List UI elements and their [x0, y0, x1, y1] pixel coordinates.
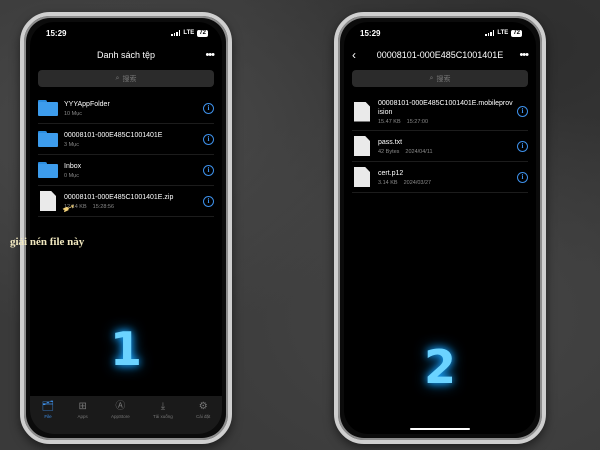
more-options-icon[interactable]: ••• [194, 49, 215, 61]
info-icon[interactable]: i [517, 140, 528, 152]
info-icon[interactable]: i [517, 106, 528, 117]
file-icon [354, 167, 370, 187]
search-placeholder: 搜索 [436, 75, 451, 83]
settings-gear-icon: ⚙ [198, 401, 208, 412]
info-icon[interactable]: i [203, 195, 214, 207]
tab-label: AppStore [111, 414, 130, 419]
tab-file[interactable]: 🗂 File [42, 401, 55, 434]
item-name: cert.p12 [378, 169, 404, 177]
search-icon: ⌕ [429, 74, 434, 82]
back-icon[interactable]: ‹ [352, 48, 372, 62]
status-indicators: LTE 72 [171, 29, 208, 37]
step-number: 2 [423, 340, 456, 394]
file-icon [354, 101, 370, 122]
item-name: 00008101-000E485C1001401E.zip [64, 193, 174, 201]
item-name: YYYAppFolder [64, 100, 110, 108]
nav-bar: Danh sách tệp ••• [30, 44, 222, 66]
search-input[interactable]: ⌕ 搜索 [352, 70, 528, 87]
tab-label: Cài đặt [196, 414, 211, 419]
item-meta: 10 Mục [64, 110, 83, 117]
apps-grid-icon: ⊞ [78, 401, 87, 412]
search-input[interactable]: ⌕ 搜索 [38, 70, 214, 87]
signal-icon [171, 30, 181, 36]
home-indicator [410, 428, 470, 430]
page-title: Danh sách tệp [96, 50, 156, 60]
list-item-file[interactable]: pass.txt 42 Bytes 2024/04/11 i [352, 131, 528, 162]
file-icon [40, 191, 56, 211]
item-time: 15:28:56 [92, 203, 115, 210]
screen-left: 15:29 LTE 72 Danh sách tệp ••• ⌕ 搜索 YYYA… [30, 22, 222, 434]
item-size: 15.47 KB [378, 118, 401, 125]
step-number: 1 [109, 322, 142, 376]
nav-bar: ‹ 00008101-000E485C1001401E ••• [344, 44, 536, 66]
file-list: 00008101-000E485C1001401E.mobileprovisio… [352, 93, 528, 193]
annotation-label: giải nén file này [10, 236, 85, 248]
tab-bar: 🗂 File ⊞ Apps Ⓐ AppStore ⤓ Tải xuống ⚙ C… [30, 396, 222, 434]
item-name: 00008101-000E485C1001401E.mobileprovisio… [378, 99, 513, 116]
list-item-folder[interactable]: 00008101-000E485C1001401E 3 Mục i [38, 124, 214, 155]
tab-apps[interactable]: ⊞ Apps [78, 401, 88, 434]
info-icon[interactable]: i [517, 171, 528, 183]
tab-label: Apps [77, 414, 88, 419]
battery-icon: 72 [511, 29, 522, 37]
list-item-file[interactable]: cert.p12 3.14 KB 2024/03/27 i [352, 162, 528, 193]
phone-right: 15:29 LTE 72 ‹ 00008101-000E485C1001401E… [334, 12, 546, 444]
folder-icon [38, 162, 58, 178]
phone-left: 15:29 LTE 72 Danh sách tệp ••• ⌕ 搜索 YYYA… [20, 12, 232, 444]
item-name: Inbox [64, 162, 82, 170]
folder-icon [38, 131, 58, 147]
battery-icon: 72 [197, 29, 208, 37]
download-icon: ⤓ [160, 401, 166, 412]
item-size: 42 Bytes [378, 148, 400, 155]
folder-icon [38, 100, 58, 116]
item-name: pass.txt [378, 138, 403, 146]
item-meta: 3 Mục [64, 141, 79, 148]
screen-right: 15:29 LTE 72 ‹ 00008101-000E485C1001401E… [344, 22, 536, 434]
item-meta: 0 Mục [64, 172, 79, 179]
file-icon [354, 136, 370, 156]
status-time: 15:29 [46, 28, 67, 38]
list-item-folder[interactable]: Inbox 0 Mục i [38, 155, 214, 186]
page-title: 00008101-000E485C1001401E [376, 50, 504, 60]
item-name: 00008101-000E485C1001401E [64, 131, 163, 139]
network-label: LTE [183, 30, 195, 36]
tab-appstore[interactable]: Ⓐ AppStore [111, 401, 130, 434]
status-bar: 15:29 LTE 72 [344, 22, 536, 44]
search-placeholder: 搜索 [122, 75, 137, 83]
status-indicators: LTE 72 [485, 29, 522, 37]
info-icon[interactable]: i [203, 164, 214, 176]
tab-downloads[interactable]: ⤓ Tải xuống [153, 401, 173, 434]
item-time: 15:27:00 [406, 118, 429, 125]
search-icon: ⌕ [115, 74, 120, 82]
item-time: 2024/03/27 [403, 179, 432, 186]
tab-label: Tải xuống [153, 414, 173, 419]
item-size: 3.14 KB [378, 179, 398, 186]
info-icon[interactable]: i [203, 102, 214, 114]
list-item-file[interactable]: 00008101-000E485C1001401E.mobileprovisio… [352, 93, 528, 131]
tab-label: File [44, 414, 52, 419]
more-options-icon[interactable]: ••• [508, 49, 529, 61]
status-time: 15:29 [360, 28, 381, 38]
signal-icon [485, 30, 495, 36]
appstore-icon: Ⓐ [115, 401, 126, 412]
item-time: 2024/04/11 [405, 148, 433, 155]
info-icon[interactable]: i [203, 133, 214, 145]
status-bar: 15:29 LTE 72 [30, 22, 222, 44]
tab-settings[interactable]: ⚙ Cài đặt [196, 401, 210, 434]
folder-tab-icon: 🗂 [41, 401, 55, 412]
network-label: LTE [497, 30, 509, 36]
list-item-folder[interactable]: YYYAppFolder 10 Mục i [38, 93, 214, 124]
